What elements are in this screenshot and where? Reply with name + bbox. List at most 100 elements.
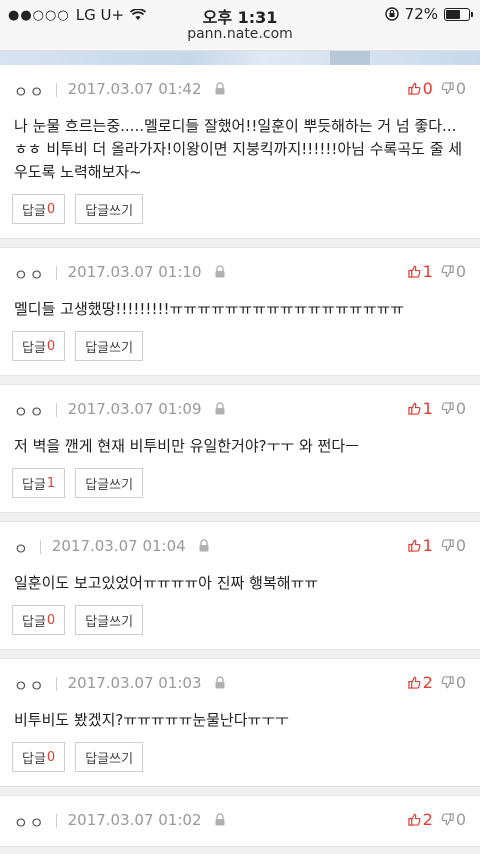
comment-actions: 답글 0 답글쓰기 (0, 194, 480, 238)
thumbs-down-icon (441, 82, 454, 95)
orientation-lock-icon (384, 7, 399, 21)
upvote-button[interactable]: 1 (407, 536, 433, 555)
write-reply-button[interactable]: 답글쓰기 (75, 468, 144, 498)
comment-author: ㅇㅇ (14, 266, 46, 284)
upvote-count: 2 (422, 810, 433, 829)
comment-actions: 답글 1 답글쓰기 (0, 468, 480, 512)
thumbs-down-icon (441, 676, 454, 689)
thumbs-down-icon (441, 539, 454, 552)
comment-author: ㅇ (14, 540, 30, 558)
reply-count: 0 (46, 201, 56, 217)
comment-header: ㅇㅇ 2017.03.07 01:10 1 0 (0, 248, 480, 298)
lock-icon (199, 539, 209, 552)
lock-icon (215, 676, 224, 689)
comment-date: 2017.03.07 01:04 (51, 537, 186, 555)
comment-author: ㅇㅇ (14, 677, 46, 695)
thumbs-down-icon (441, 402, 454, 415)
comment-date: 2017.03.07 01:02 (67, 811, 202, 829)
upvote-count: 1 (422, 399, 433, 418)
comment-card: ㅇㅇ 2017.03.07 01:02 2 0 (0, 795, 480, 847)
divider (55, 266, 57, 280)
comment-author: ㅇㅇ (14, 83, 46, 101)
comment-text: 멜디들 고생했땅!!!!!!!!!ㅠㅠㅠㅠㅠㅠㅠㅠㅠㅠㅠㅠㅠㅠㅠㅠㅠ (14, 300, 405, 318)
comment-text: 일훈이도 보고있었어ㅠㅠㅠㅠ아 진짜 행복해ㅠㅠ (14, 574, 319, 592)
vote-group: 2 0 (407, 673, 466, 692)
downvote-count: 0 (455, 673, 466, 692)
downvote-count: 0 (455, 536, 466, 555)
reply-count-button[interactable]: 답글 0 (12, 194, 66, 224)
comment-date: 2017.03.07 01:09 (67, 400, 202, 418)
comment-card: ㅇㅇ 2017.03.07 01:42 0 0 나 눈물 흐르는중.....멜로… (0, 65, 480, 239)
downvote-count: 0 (455, 79, 466, 98)
comment-header: ㅇㅇ 2017.03.07 01:03 2 0 (0, 659, 480, 709)
comment-list: ㅇㅇ 2017.03.07 01:42 0 0 나 눈물 흐르는중.....멜로… (0, 65, 480, 847)
thumbs-up-icon (407, 676, 421, 689)
battery-icon (444, 7, 473, 21)
divider (55, 677, 57, 691)
reply-count: 0 (46, 749, 56, 765)
comment-actions: 답글 0 답글쓰기 (0, 605, 480, 649)
thumbs-up-icon (407, 539, 421, 552)
comment-card: ㅇㅇ 2017.03.07 01:10 1 0 멜디들 고생했땅!!!!!!!!… (0, 247, 480, 376)
upvote-count: 1 (422, 536, 433, 555)
comment-card: ㅇㅇ 2017.03.07 01:09 1 0 저 벽을 깬게 현재 비투비만 … (0, 384, 480, 513)
downvote-button[interactable]: 0 (441, 399, 466, 418)
reply-count-button[interactable]: 답글 0 (12, 331, 66, 361)
url-label[interactable]: pann.nate.com (0, 26, 480, 42)
write-reply-button[interactable]: 답글쓰기 (75, 742, 144, 772)
status-right: 72% (384, 5, 473, 23)
divider (55, 403, 57, 417)
thumbs-down-icon (441, 813, 454, 826)
upvote-button[interactable]: 1 (407, 262, 433, 281)
write-reply-label: 답글쓰기 (85, 477, 134, 493)
downvote-button[interactable]: 0 (441, 810, 466, 829)
downvote-button[interactable]: 0 (441, 79, 466, 98)
comment-date: 2017.03.07 01:42 (67, 80, 202, 98)
vote-group: 1 0 (407, 262, 466, 281)
divider (55, 814, 57, 828)
write-reply-button[interactable]: 답글쓰기 (75, 194, 144, 224)
downvote-button[interactable]: 0 (441, 673, 466, 692)
upvote-button[interactable]: 2 (407, 673, 433, 692)
comment-author: ㅇㅇ (14, 814, 46, 832)
downvote-count: 0 (455, 262, 466, 281)
thumbs-up-icon (407, 813, 421, 826)
downvote-button[interactable]: 0 (441, 536, 466, 555)
comment-text: 저 벽을 깬게 현재 비투비만 유일한거야?ㅜㅜ 와 쩐다ㅡ (14, 437, 359, 455)
comment-header: ㅇ 2017.03.07 01:04 1 0 (0, 522, 480, 572)
thumbs-up-icon (407, 82, 421, 95)
comment-actions: 답글 0 답글쓰기 (0, 742, 480, 786)
reply-count-button[interactable]: 답글 1 (12, 468, 66, 498)
thumbs-down-icon (441, 265, 454, 278)
divider (55, 83, 57, 97)
write-reply-button[interactable]: 답글쓰기 (75, 331, 144, 361)
lock-icon (215, 813, 224, 826)
upvote-button[interactable]: 1 (407, 399, 433, 418)
comment-text: 비투비도 봤겠지?ㅠㅠㅠㅠㅠ눈물난다ㅠㅜㅜ (14, 711, 289, 729)
comment-header: ㅇㅇ 2017.03.07 01:42 0 0 (0, 65, 480, 115)
reply-count-button[interactable]: 답글 0 (12, 605, 66, 635)
reply-count: 0 (46, 612, 56, 628)
thumbs-up-icon (407, 402, 421, 415)
comment-date: 2017.03.07 01:10 (67, 263, 202, 281)
write-reply-button[interactable]: 답글쓰기 (75, 605, 144, 635)
reply-count: 0 (46, 338, 56, 354)
comment-date: 2017.03.07 01:03 (67, 674, 202, 692)
write-reply-label: 답글쓰기 (85, 340, 134, 356)
write-reply-label: 답글쓰기 (85, 614, 134, 630)
write-reply-label: 답글쓰기 (85, 751, 134, 767)
comment-header: ㅇㅇ 2017.03.07 01:02 2 0 (0, 796, 480, 846)
lock-icon (215, 402, 224, 415)
vote-group: 2 0 (407, 810, 466, 829)
comment-card: ㅇㅇ 2017.03.07 01:03 2 0 비투비도 봤겠지?ㅠㅠㅠㅠㅠ눈물… (0, 658, 480, 787)
upvote-button[interactable]: 0 (407, 79, 433, 98)
downvote-button[interactable]: 0 (441, 262, 466, 281)
reply-label: 답글 (22, 751, 46, 767)
top-banner-image (0, 51, 480, 65)
reply-count-button[interactable]: 답글 0 (12, 742, 66, 772)
comment-card: ㅇ 2017.03.07 01:04 1 0 일훈이도 보고있었어ㅠㅠㅠㅠ아 진… (0, 521, 480, 650)
upvote-button[interactable]: 2 (407, 810, 433, 829)
reply-label: 답글 (22, 340, 46, 356)
status-bar: ●●○○○ LG U+ 오후 1:31 72% pann.nate.com (0, 0, 480, 51)
vote-group: 1 0 (407, 399, 466, 418)
